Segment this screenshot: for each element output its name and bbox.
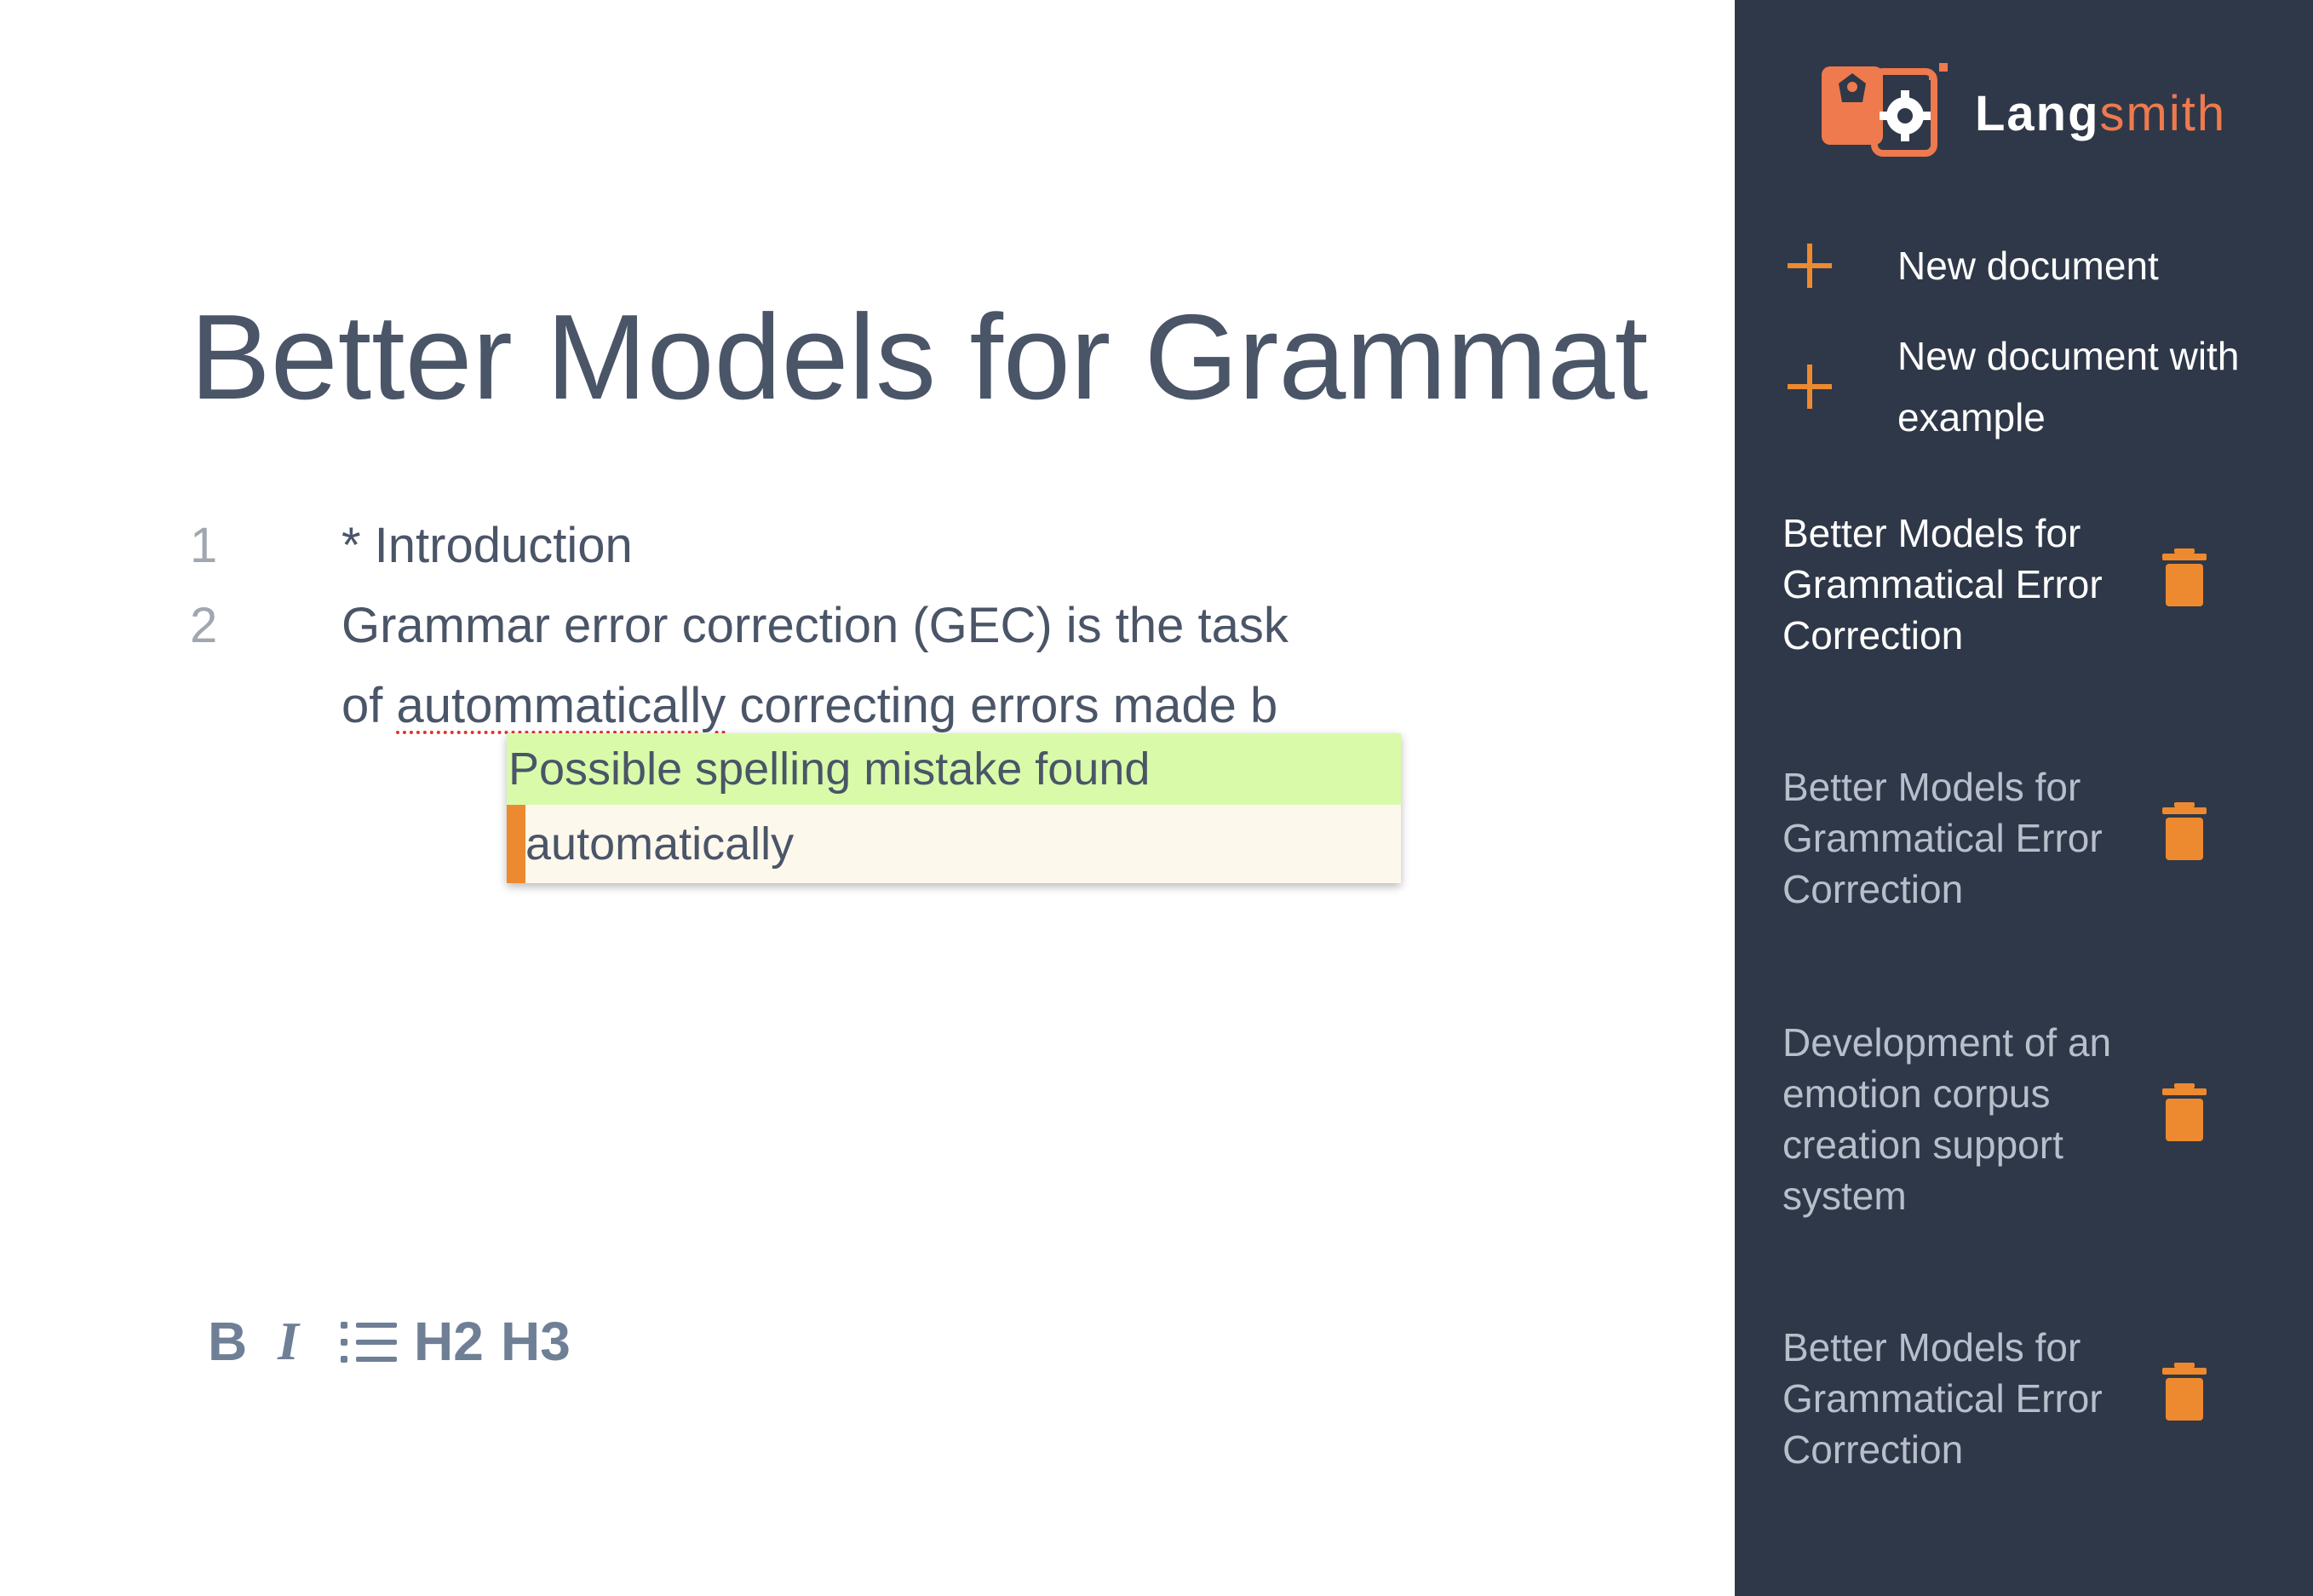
plus-icon [1788, 244, 1832, 288]
logo-text-lang: Lang [1975, 86, 2100, 141]
document-list-item[interactable]: Better Models for Grammatical Error Corr… [1735, 508, 2313, 661]
trash-icon[interactable] [2161, 1083, 2208, 1141]
suggestion-accent-bar [507, 805, 525, 883]
document-list-item[interactable]: Better Models for Grammatical Error Corr… [1735, 761, 2313, 915]
new-document-with-example-label: New document with example [1897, 334, 2240, 439]
plus-icon [1788, 365, 1832, 409]
trash-icon[interactable] [2161, 802, 2208, 860]
logo-text-smith: smith [2099, 86, 2227, 141]
h2-button[interactable]: H2 [414, 1303, 484, 1380]
sidebar: Langsmith New document New document with… [1735, 0, 2313, 1596]
document-list-item[interactable]: Better Models for Grammatical Error Corr… [1735, 1322, 2313, 1475]
trash-icon[interactable] [2161, 548, 2208, 606]
bold-button[interactable]: B [208, 1303, 247, 1380]
suggestion-text: automatically [525, 818, 795, 870]
document-list-item[interactable]: Development of an emotion corpus creatio… [1735, 1017, 2313, 1221]
new-document-with-example-button[interactable]: New document with example [1735, 325, 2313, 448]
editor-pane: Better Models for Grammat 1 * Introducti… [0, 0, 1735, 1596]
list-button[interactable] [341, 1303, 402, 1380]
document-title[interactable]: Better Models for Grammat [190, 290, 1723, 426]
line-text[interactable]: * Introduction [341, 506, 1295, 586]
logo-wordmark: Langsmith [1975, 82, 2226, 146]
line-text[interactable]: Grammar error correction (GEC) is the ta… [341, 586, 1295, 746]
italic-button[interactable]: I [278, 1303, 299, 1380]
list-icon [341, 1322, 397, 1363]
document-title-label: Better Models for Grammatical Error Corr… [1782, 765, 2103, 911]
new-document-button[interactable]: New document [1735, 235, 2313, 296]
line-number: 1 [190, 518, 218, 573]
document-title-label: Better Models for Grammatical Error Corr… [1782, 1325, 2103, 1472]
document-title-label: Better Models for Grammatical Error Corr… [1782, 511, 2103, 657]
logo-icon [1822, 63, 1948, 157]
h3-button[interactable]: H3 [501, 1303, 571, 1380]
line-number: 2 [190, 598, 218, 653]
misspelled-word[interactable]: autommatically [397, 678, 726, 733]
suggestion-item[interactable]: automatically [507, 805, 1401, 883]
new-document-label: New document [1897, 244, 2159, 288]
trash-icon[interactable] [2161, 1363, 2208, 1421]
spelling-suggestion-popup: Possible spelling mistake found automati… [507, 733, 1401, 883]
popup-message: Possible spelling mistake found [507, 733, 1401, 805]
text-after: correcting errors made b [726, 678, 1278, 733]
document-title-label: Development of an emotion corpus creatio… [1782, 1020, 2112, 1218]
